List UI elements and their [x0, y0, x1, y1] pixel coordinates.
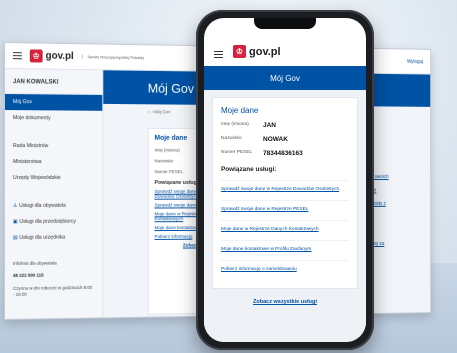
desktop-label-surname: Nazwisko	[154, 158, 174, 164]
site-tagline: Serwis Rzeczypospolitej Polskiej	[81, 54, 144, 61]
menu-icon[interactable]	[12, 52, 22, 60]
service-link-trusted-profile[interactable]: Moje dane kontaktowe w Profilu Zaufanym	[221, 239, 349, 260]
helpline-hours: Czynna w dni robocze w godzinach 8:00 - …	[12, 284, 93, 297]
see-all-services-link[interactable]: Zobacz wszystkie usługi	[212, 289, 358, 305]
service-link-contact-registry[interactable]: Moje dane w Rejestrze Danych Kontaktowyc…	[221, 219, 349, 240]
sidebar-item-ministries[interactable]: Ministerstwa	[5, 154, 102, 170]
desktop-label-pesel: Numer PESEL	[154, 169, 184, 175]
eagle-icon: ♔	[29, 49, 43, 63]
sidebar-item-official-services[interactable]: ▤ Usługi dla urzędnika	[5, 229, 102, 246]
gov-logo[interactable]: ♔ gov.pl	[29, 49, 74, 63]
service-link-residence[interactable]: Pobierz informację o zameldowaniu	[221, 259, 349, 280]
sidebar-item-voivodeship[interactable]: Urzędy Wojewódzkie	[5, 170, 102, 186]
desktop-sidebar: JAN KOWALSKI Mój Gov Moje dokumenty Rada…	[4, 69, 104, 320]
logout-link[interactable]: Wyloguj	[407, 59, 423, 65]
related-services-heading: Powiązane usługi:	[221, 166, 277, 173]
sidebar-item-business-services[interactable]: ▣ Usługi dla przedsiębiorcy	[5, 214, 102, 230]
menu-icon[interactable]	[214, 51, 223, 58]
field-row-pesel: Numer PESEL 78344836163	[221, 150, 303, 157]
helpline-label: Infolinia dla obywatela	[12, 260, 57, 266]
field-row-surname: Nazwisko NOWAK	[221, 136, 288, 143]
gov-logo[interactable]: ♔ gov.pl	[233, 45, 281, 58]
surname-value: NOWAK	[263, 136, 288, 143]
phone-screen: ♔ gov.pl Mój Gov Moje dane Imię (imiona)…	[204, 18, 366, 342]
phone-data-card: Moje dane Imię (imiona) JAN Nazwisko NOW…	[212, 97, 358, 289]
desktop-label-first-name: Imię (imiona)	[154, 147, 180, 153]
pesel-value: 78344836163	[263, 150, 303, 157]
phone-card-title: Moje dane	[221, 106, 259, 115]
sidebar-item-council[interactable]: Rada Ministrów	[5, 138, 102, 154]
user-name: JAN KOWALSKI	[4, 69, 103, 95]
service-link-id-registry[interactable]: Sprawdź swoje dane w Rejestrze Dowodów O…	[221, 180, 349, 200]
sidebar-item-documents[interactable]: Moje dokumenty	[5, 110, 102, 127]
helpline-number: 48 222 500 115	[12, 272, 44, 279]
smartphone: ♔ gov.pl Mój Gov Moje dane Imię (imiona)…	[196, 10, 374, 350]
field-row-first-name: Imię (imiona) JAN	[221, 122, 277, 129]
sidebar-item-citizen-services[interactable]: ♙ Usługi dla obywatela	[5, 198, 102, 214]
first-name-value: JAN	[263, 122, 277, 129]
service-link-pesel[interactable]: Sprawdź swoje dane w Rejestrze PESEL	[221, 199, 349, 220]
sidebar-item-moj-gov[interactable]: Mój Gov	[4, 94, 103, 111]
phone-banner-title: Mój Gov	[204, 66, 366, 90]
phone-content: Moje dane Imię (imiona) JAN Nazwisko NOW…	[204, 90, 366, 342]
phone-notch	[254, 18, 316, 29]
eagle-icon: ♔	[233, 45, 246, 58]
